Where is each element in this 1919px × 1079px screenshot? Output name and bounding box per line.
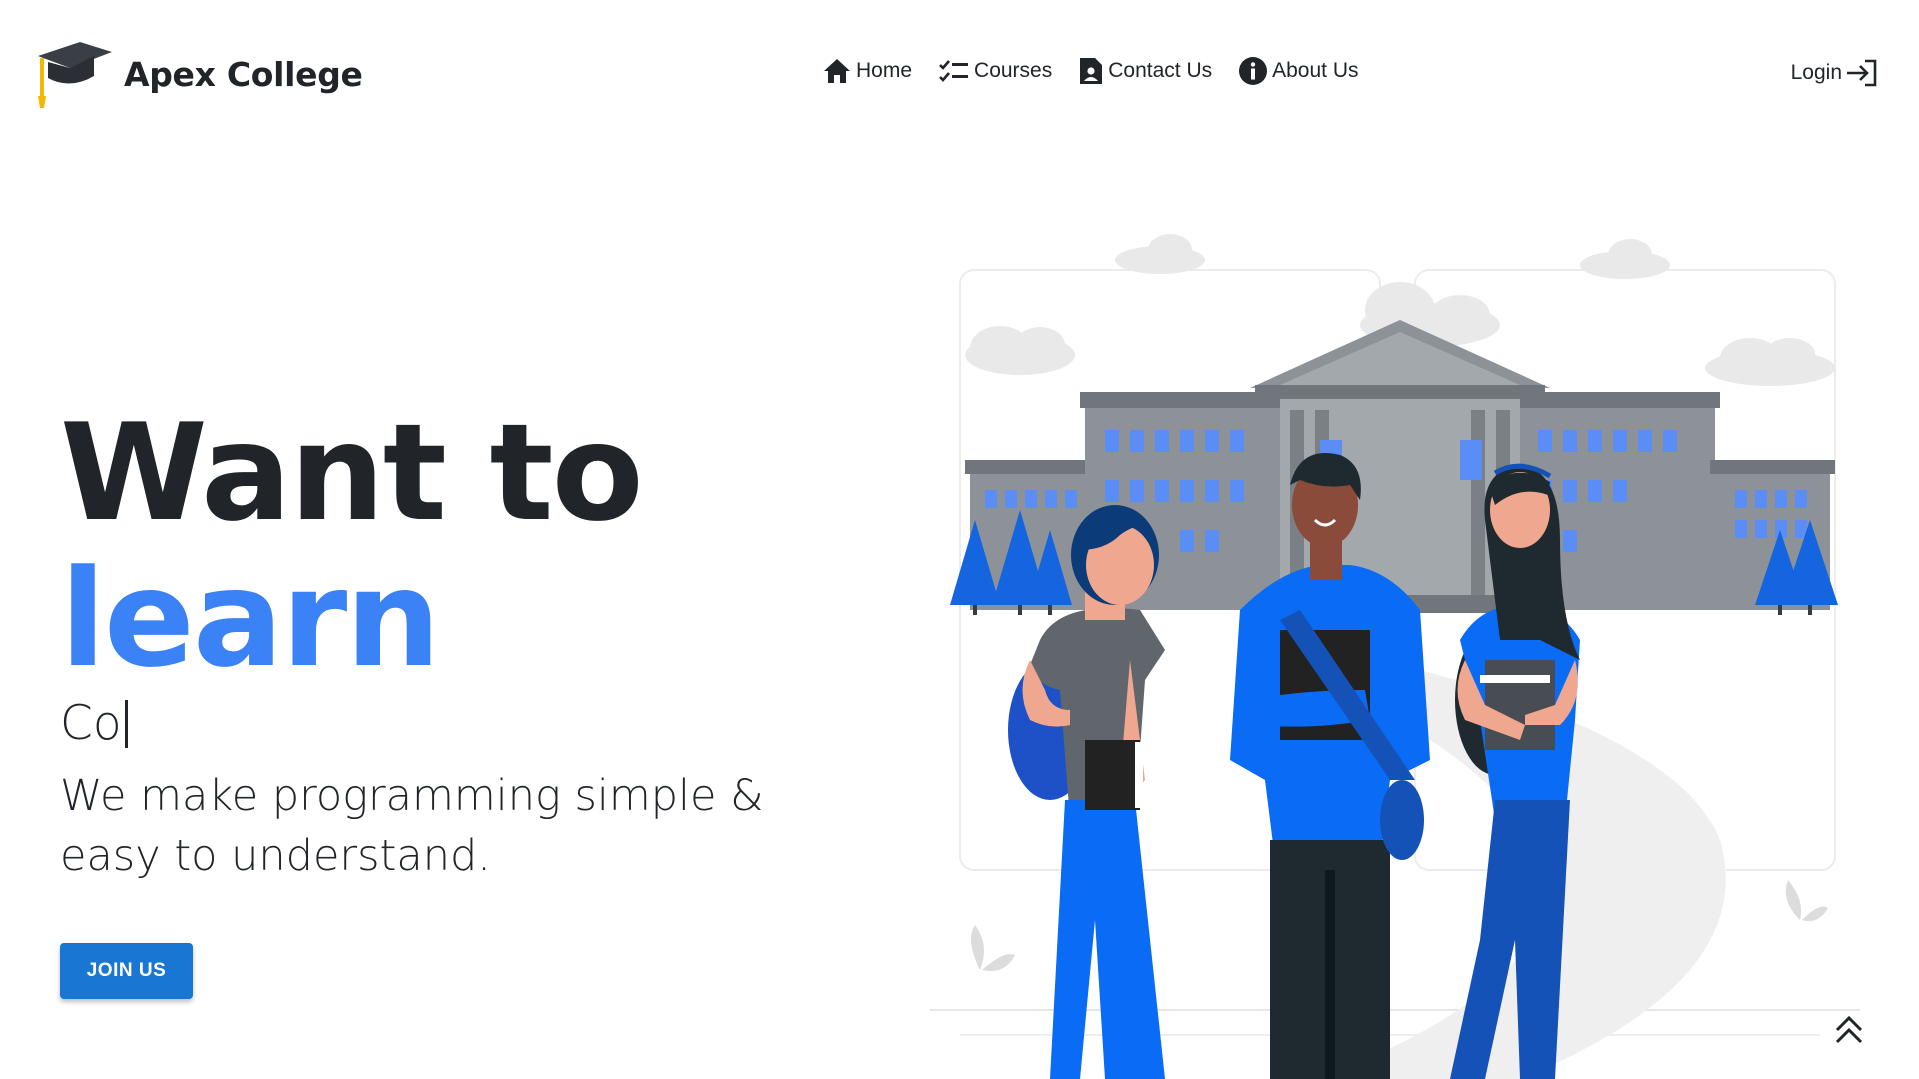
nav-home[interactable]: Home [822, 57, 912, 85]
typed-text: Co [60, 696, 122, 751]
home-icon [824, 59, 850, 83]
double-chevron-up-icon[interactable] [1829, 1010, 1869, 1050]
graduation-cap-icon [38, 42, 112, 108]
info-icon [1239, 57, 1268, 85]
hero-tagline: We make programming simple & easy to und… [60, 771, 764, 881]
nav-about[interactable]: About Us [1238, 56, 1359, 86]
login-link[interactable]: Login [1791, 58, 1879, 88]
contact-card-icon [1080, 58, 1103, 84]
nav-contact[interactable]: Contact Us [1078, 56, 1212, 86]
typing-cursor [124, 700, 128, 748]
hero: Want to learn Co We make programming sim… [60, 400, 780, 886]
nav-courses-label: Courses [974, 59, 1053, 82]
students-campus-illustration [930, 234, 1860, 1079]
navbar: Apex College Home Courses Contact Us Abo… [0, 0, 1919, 150]
brand-link[interactable]: Apex College [34, 38, 363, 108]
typed-text-row: Co [60, 696, 780, 752]
login-label: Login [1790, 61, 1842, 84]
nav-about-label: About Us [1272, 59, 1359, 82]
login-arrow-icon [1847, 59, 1877, 87]
hero-heading-line2: learn [60, 541, 441, 697]
main-nav: Home Courses Contact Us About Us [822, 56, 1385, 86]
checklist-icon [939, 60, 969, 82]
join-us-button[interactable]: JOIN US [60, 943, 193, 999]
hero-heading-line1: Want to [60, 395, 644, 551]
nav-courses[interactable]: Courses [938, 58, 1052, 84]
brand-name: Apex College [124, 54, 363, 94]
nav-contact-label: Contact Us [1108, 59, 1213, 82]
nav-home-label: Home [856, 59, 913, 82]
